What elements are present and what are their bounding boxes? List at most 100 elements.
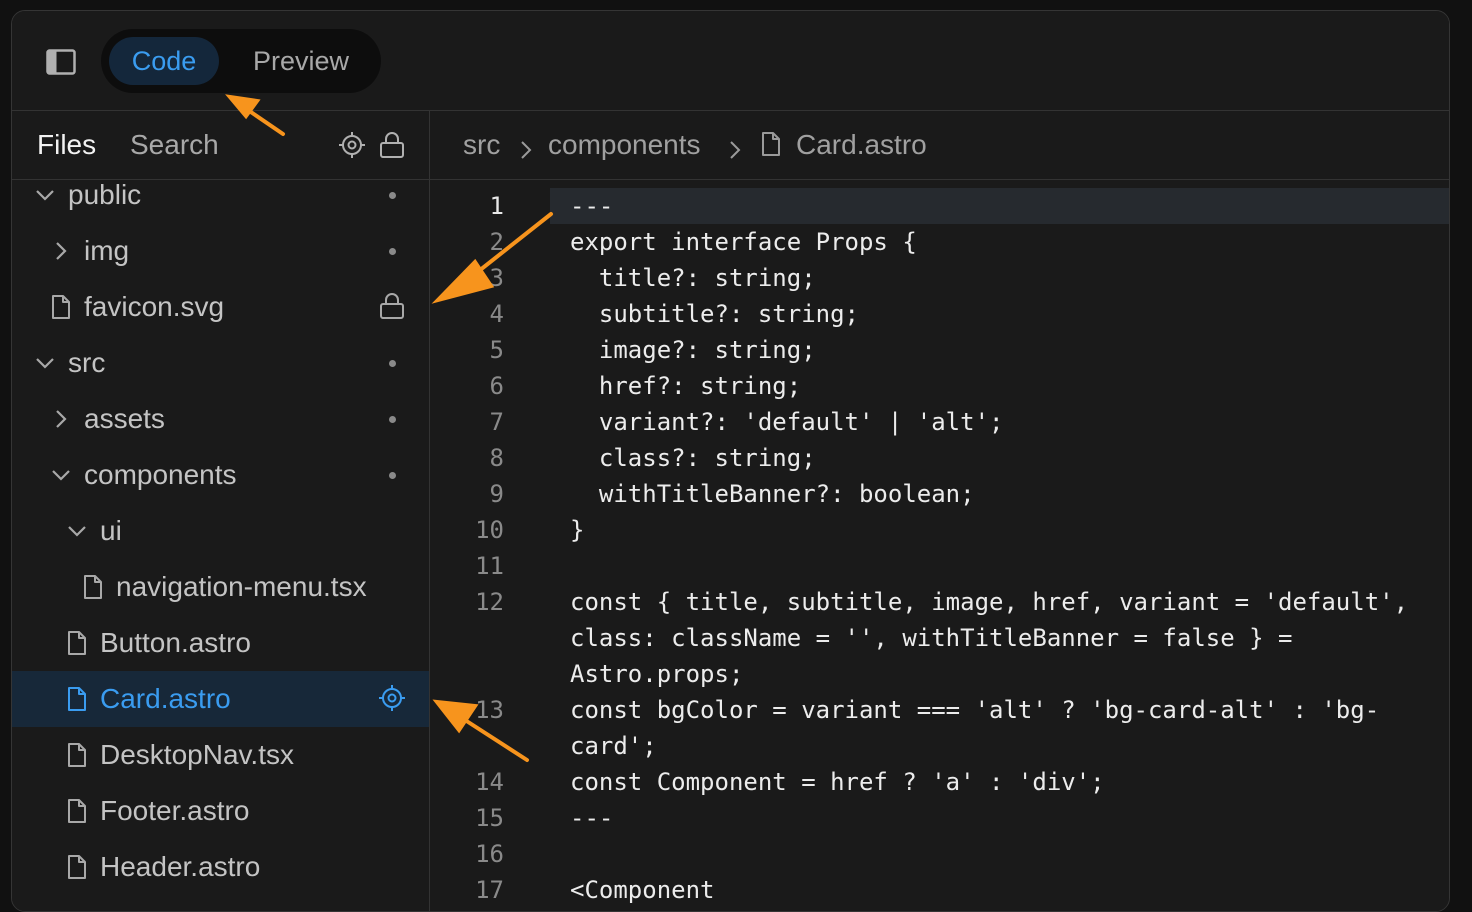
code-line: export interface Props { — [570, 228, 917, 256]
line-number: 2 — [489, 228, 504, 256]
chevron-right-icon — [518, 135, 534, 159]
tree-item-label: public — [68, 180, 142, 210]
tree-item-img[interactable]: img — [12, 223, 429, 279]
tree-item-ui[interactable]: ui — [12, 503, 429, 559]
tree-item-label: components — [84, 459, 237, 490]
status-dot — [389, 192, 396, 199]
code-line: --- — [570, 804, 614, 832]
tree-item-card-astro[interactable]: Card.astro — [12, 671, 429, 727]
code-line: class?: string; — [570, 444, 816, 472]
code-line: card'; — [570, 732, 657, 760]
code-line: const bgColor = variant === 'alt' ? 'bg-… — [570, 696, 1380, 724]
status-dot — [389, 248, 396, 255]
line-number: 5 — [489, 336, 504, 364]
code-editor: src components Card.astro 1 --- 2 export in… — [430, 111, 1449, 911]
files-panel-header: Files Search — [12, 111, 429, 180]
tree-item-label: Card.astro — [100, 683, 231, 714]
line-number: 8 — [489, 444, 504, 472]
chevron-right-icon — [48, 405, 74, 433]
code-line: image?: string; — [570, 336, 816, 364]
tab-code[interactable]: Code — [109, 37, 219, 85]
tree-item-label: assets — [84, 403, 165, 434]
file-icon — [64, 629, 90, 657]
file-icon — [64, 797, 90, 825]
locate-file-icon[interactable] — [378, 684, 406, 712]
code-line: <Component — [570, 876, 715, 904]
file-icon — [48, 293, 74, 321]
tree-item-assets[interactable]: assets — [12, 391, 429, 447]
code-area[interactable]: 1 --- 2 export interface Props { 3 title?: s… — [430, 180, 1449, 911]
lock-icon[interactable] — [378, 131, 406, 159]
line-number: 17 — [475, 876, 504, 904]
tree-item-label: favicon.svg — [84, 291, 225, 322]
tree-item-navigation-menu-tsx[interactable]: navigation-menu.tsx — [12, 559, 429, 615]
tab-preview[interactable]: Preview — [231, 37, 371, 85]
tree-item-footer-astro[interactable]: Footer.astro — [12, 783, 429, 839]
status-dot — [389, 360, 396, 367]
file-icon — [64, 741, 90, 769]
tab-files[interactable]: Files — [37, 129, 96, 161]
sidebar-toggle-icon[interactable] — [46, 49, 76, 75]
breadcrumb: src components Card.astro — [430, 111, 1449, 180]
code-line: --- — [570, 192, 614, 220]
tree-item-label: Button.astro — [100, 627, 251, 658]
tree-item-label: src — [68, 347, 106, 378]
line-number: 16 — [475, 840, 504, 868]
line-number: 13 — [475, 696, 504, 724]
line-number: 14 — [475, 768, 504, 796]
line-number: 7 — [489, 408, 504, 436]
chevron-down-icon — [64, 517, 90, 545]
tree-item-label: DesktopNav.tsx — [100, 739, 294, 770]
line-number: 10 — [475, 516, 504, 544]
tab-search[interactable]: Search — [130, 129, 219, 161]
tree-item-header-astro[interactable]: Header.astro — [12, 839, 429, 895]
line-number: 3 — [489, 264, 504, 292]
current-line-highlight — [550, 188, 1449, 224]
breadcrumb-file[interactable]: Card.astro — [796, 129, 927, 161]
status-dot — [389, 416, 396, 423]
code-line: withTitleBanner?: boolean; — [570, 480, 975, 508]
code-line: const { title, subtitle, image, href, va… — [570, 588, 1409, 616]
code-line: subtitle?: string; — [570, 300, 859, 328]
tree-item-button-astro[interactable]: Button.astro — [12, 615, 429, 671]
chevron-right-icon — [48, 237, 74, 265]
lock-icon[interactable] — [378, 292, 406, 320]
breadcrumb-components[interactable]: components — [548, 129, 701, 161]
file-icon — [760, 131, 782, 164]
code-line: variant?: 'default' | 'alt'; — [570, 408, 1004, 436]
file-icon — [80, 573, 106, 601]
tree-item-components[interactable]: components — [12, 447, 429, 503]
chevron-right-icon — [727, 135, 743, 159]
tree-item-label: Footer.astro — [100, 795, 250, 826]
tree-item-favicon-svg[interactable]: favicon.svg — [12, 279, 429, 335]
chevron-down-icon — [48, 461, 74, 489]
app-window: Code Preview Files Search public img fav… — [11, 10, 1450, 912]
code-line: const Component = href ? 'a' : 'div'; — [570, 768, 1105, 796]
line-number: 15 — [475, 804, 504, 832]
tree-item-label: Header.astro — [100, 851, 261, 882]
file-tree: public img favicon.svg src assets components u… — [12, 180, 429, 911]
file-icon — [64, 685, 90, 713]
files-panel: Files Search public img favicon.svg src … — [12, 111, 430, 911]
tree-item-desktopnav-tsx[interactable]: DesktopNav.tsx — [12, 727, 429, 783]
chevron-down-icon — [32, 349, 58, 377]
line-number: 4 — [489, 300, 504, 328]
code-line: href?: string; — [570, 372, 802, 400]
line-number: 1 — [489, 192, 504, 220]
line-number: 9 — [489, 480, 504, 508]
line-number: 6 — [489, 372, 504, 400]
line-number: 11 — [475, 552, 504, 580]
view-switcher: Code Preview — [101, 29, 381, 93]
tree-item-public[interactable]: public — [12, 180, 429, 223]
breadcrumb-src[interactable]: src — [463, 129, 500, 161]
status-dot — [389, 472, 396, 479]
code-line: title?: string; — [570, 264, 816, 292]
code-line: } — [570, 516, 585, 544]
line-number: 12 — [475, 588, 504, 616]
locate-file-icon[interactable] — [338, 131, 366, 159]
file-icon — [64, 853, 90, 881]
code-line: class: className = '', withTitleBanner =… — [570, 624, 1293, 652]
tree-item-src[interactable]: src — [12, 335, 429, 391]
tree-item-label: ui — [100, 515, 122, 546]
chevron-down-icon — [32, 181, 58, 209]
